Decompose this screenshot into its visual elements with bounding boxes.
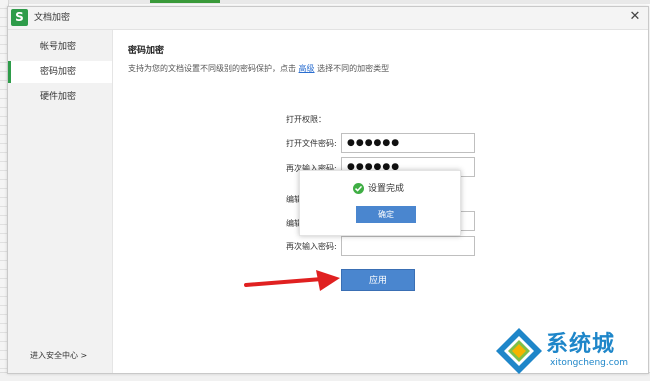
open-password-field[interactable]: ●●●●●● [341, 133, 475, 153]
sidebar-item-password-encrypt[interactable]: 密码加密 [8, 61, 112, 83]
section-description: 支持为您的文档设置不同级别的密码保护，点击 高级 选择不同的加密类型 [128, 63, 389, 74]
watermark-brand-en: xitongcheng.com [550, 358, 628, 368]
open-permission-label: 打开权限： [286, 115, 326, 124]
description-suffix: 选择不同的加密类型 [317, 64, 390, 73]
apply-button[interactable]: 应用 [341, 269, 415, 291]
dialog-title: 文档加密 [34, 13, 71, 23]
site-watermark: 系统城 xitongcheng.com [494, 326, 644, 376]
background-window-edge [0, 0, 650, 4]
description-text: 支持为您的文档设置不同级别的密码保护，点击 [128, 64, 296, 73]
background-tab-indicator [150, 0, 220, 3]
sidebar: 帐号加密 密码加密 硬件加密 进入安全中心 > [8, 30, 113, 373]
red-arrow-icon [244, 270, 340, 291]
dialog-titlebar: S 文档加密 ✕ [8, 7, 648, 30]
watermark-brand-cn: 系统城 [546, 332, 616, 357]
toast-confirm-button[interactable]: 确定 [356, 206, 416, 223]
toast-message: 设置完成 [368, 184, 405, 194]
sidebar-item-hardware-encrypt[interactable]: 硬件加密 [8, 86, 112, 108]
wps-logo-icon: S [11, 9, 28, 26]
check-circle-icon [353, 183, 364, 194]
sidebar-item-account-encrypt[interactable]: 帐号加密 [8, 36, 112, 58]
reenter-edit-password-field[interactable] [341, 236, 475, 256]
security-center-link[interactable]: 进入安全中心 > [30, 350, 87, 361]
reenter-edit-password-label: 再次输入密码: [286, 242, 337, 251]
page-title: 密码加密 [128, 46, 165, 56]
close-icon[interactable]: ✕ [628, 10, 642, 24]
advanced-link[interactable]: 高级 [299, 64, 315, 73]
open-password-label: 打开文件密码: [286, 139, 337, 148]
success-toast: 设置完成 确定 [299, 170, 461, 236]
watermark-logo-icon [496, 328, 542, 374]
encrypt-dialog: S 文档加密 ✕ 帐号加密 密码加密 硬件加密 进入安全中心 > 密码加密 支持… [7, 6, 649, 374]
